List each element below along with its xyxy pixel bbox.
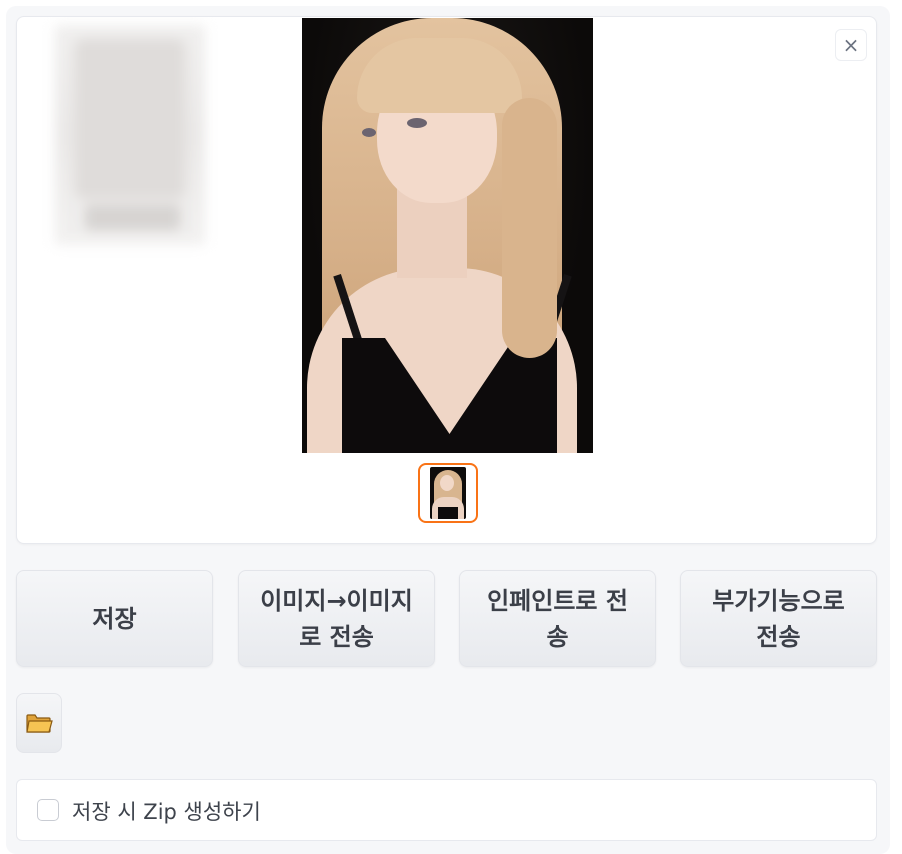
save-button[interactable]: 저장: [16, 570, 213, 667]
image-gallery: ×: [16, 16, 877, 544]
open-folder-button[interactable]: [16, 693, 62, 753]
gallery-thumbnail[interactable]: [418, 463, 478, 523]
send-to-extras-button[interactable]: 부가기능으로 전송: [680, 570, 877, 667]
preview-image[interactable]: [302, 18, 593, 453]
send-to-inpaint-button[interactable]: 인페인트로 전송: [459, 570, 656, 667]
close-button[interactable]: ×: [835, 29, 867, 61]
zip-checkbox[interactable]: [37, 799, 59, 821]
blurred-image: [55, 25, 205, 245]
close-icon: ×: [842, 33, 860, 57]
zip-option-row: 저장 시 Zip 생성하기: [16, 779, 877, 841]
send-to-img2img-button[interactable]: 이미지→이미지로 전송: [238, 570, 435, 667]
folder-icon: [26, 714, 53, 733]
zip-checkbox-label[interactable]: 저장 시 Zip 생성하기: [72, 796, 261, 826]
